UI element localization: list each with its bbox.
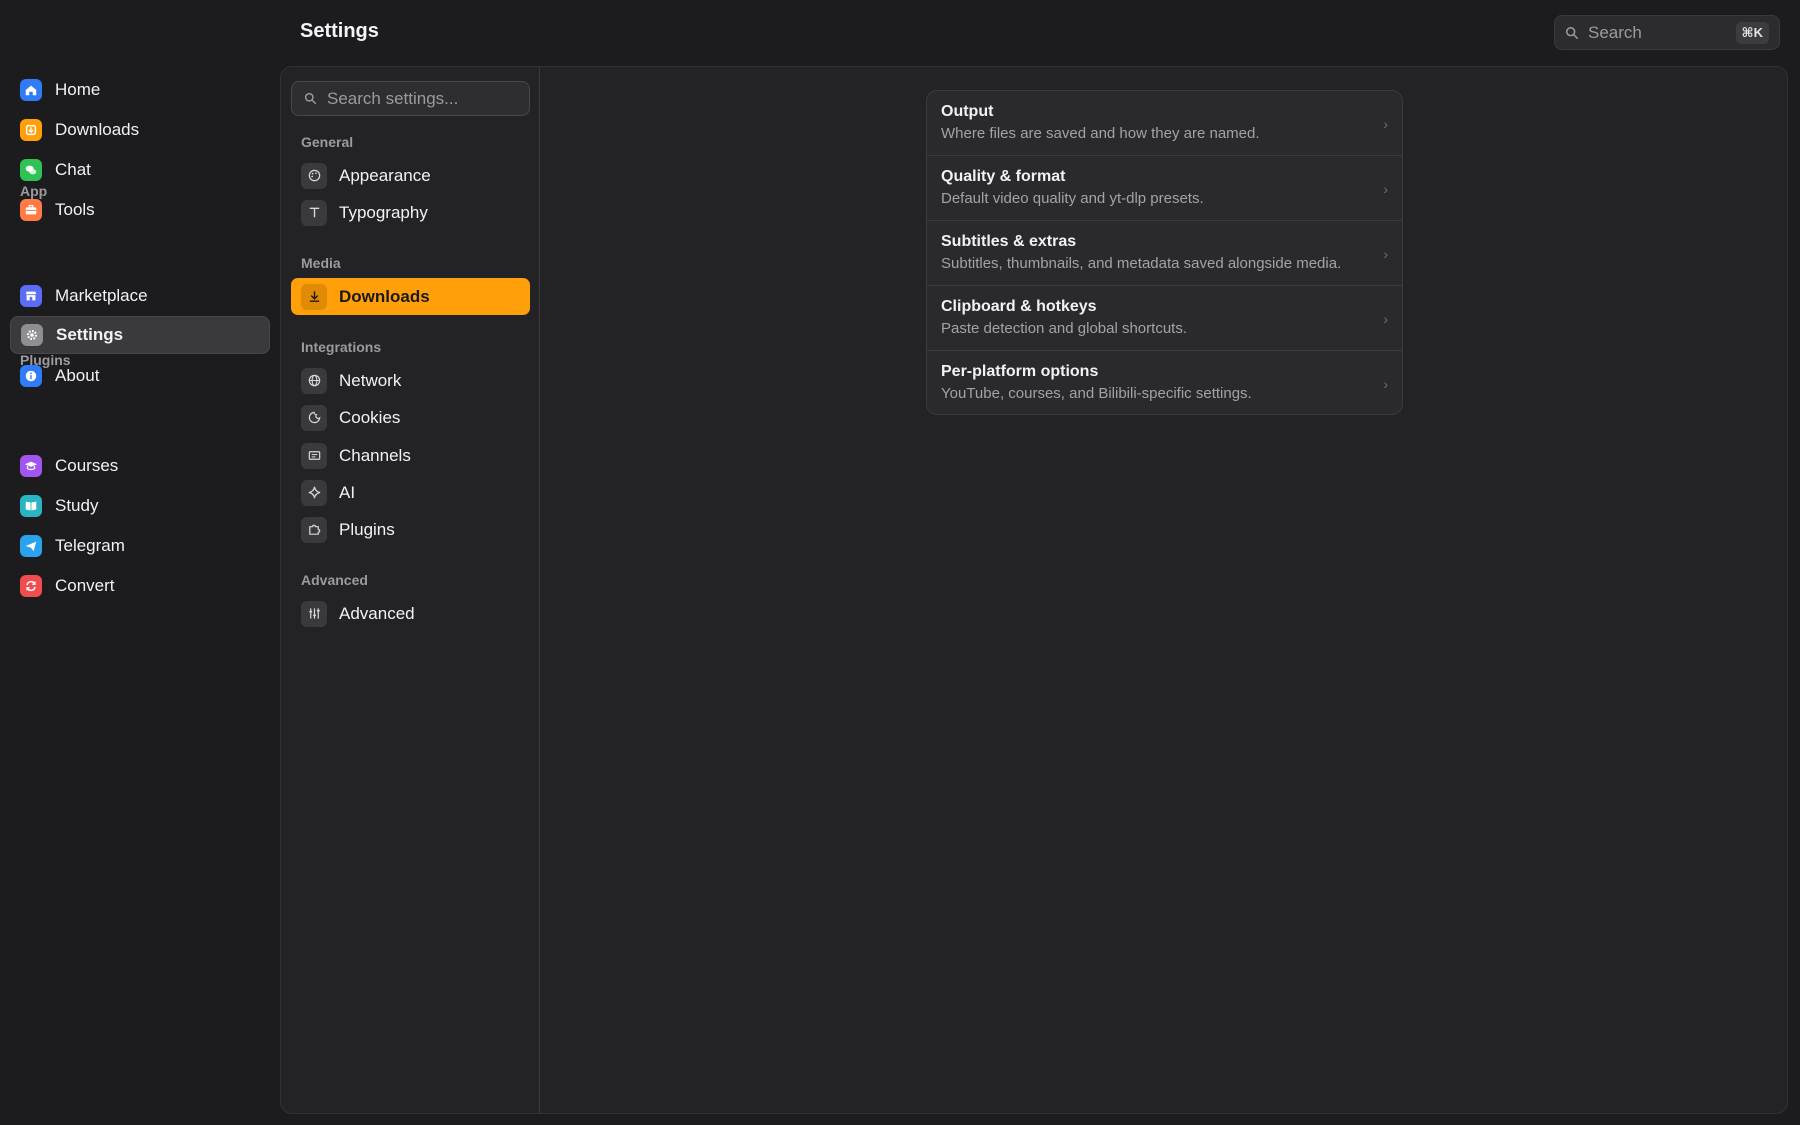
nav-item-label: Typography [339,202,428,222]
sidebar-group-app: App [20,183,48,199]
refresh-icon [20,575,42,597]
nav-item-label: AI [339,482,356,502]
sidebar-item-marketplace[interactable]: Marketplace [10,277,270,315]
sidebar-item-convert[interactable]: Convert [10,567,270,605]
chevron-right-icon: › [1383,181,1388,197]
row-description: Paste detection and global shortcuts. [941,320,1187,337]
nav-section-general: General [301,134,354,150]
nav-item-label: Downloads [339,286,430,306]
cookie-icon [301,404,327,431]
sidebar-item-label: Study [55,496,99,515]
nav-item-appearance[interactable]: Appearance [291,157,530,194]
row-title: Per-platform options [941,363,1099,380]
channels-icon [301,442,327,469]
text-t-icon [301,199,327,226]
sidebar-item-label: Convert [55,576,115,595]
downloads-settings-card: Output Where files are saved and how the… [926,90,1403,415]
settings-search-placeholder: Search settings... [327,88,459,108]
nav-item-label: Advanced [339,603,415,623]
row-title: Quality & format [941,168,1066,185]
settings-row-per-platform[interactable]: Per-platform options YouTube, courses, a… [927,351,1402,414]
nav-item-typography[interactable]: Typography [291,194,530,231]
row-description: Where files are saved and how they are n… [941,125,1260,142]
chevron-right-icon: › [1383,376,1388,392]
sidebar-item-downloads[interactable]: Downloads [10,111,270,149]
puzzle-icon [301,516,327,543]
settings-row-clipboard-hotkeys[interactable]: Clipboard & hotkeys Paste detection and … [927,286,1402,351]
house-icon [20,79,42,101]
sidebar-item-telegram[interactable]: Telegram [10,527,270,565]
sidebar-item-label: Downloads [55,120,140,139]
row-description: Subtitles, thumbnails, and metadata save… [941,255,1342,272]
settings-row-output[interactable]: Output Where files are saved and how the… [927,91,1402,156]
sidebar-item-label: Telegram [55,536,125,555]
global-search-input[interactable]: Search ⌘K [1554,15,1780,50]
chat-bubbles-icon [20,159,42,181]
sidebar-group-plugins: Plugins [20,352,71,368]
book-icon [20,495,42,517]
nav-item-cookies[interactable]: Cookies [291,399,530,436]
search-icon [1565,26,1579,39]
sidebar-item-label: Tools [55,200,95,219]
nav-item-label: Network [339,370,402,390]
nav-item-downloads[interactable]: Downloads [291,278,530,315]
settings-row-quality-format[interactable]: Quality & format Default video quality a… [927,156,1402,221]
nav-section-integrations: Integrations [301,339,382,355]
sidebar-item-courses[interactable]: Courses [10,447,270,485]
sidebar-item-label: Settings [56,325,124,344]
nav-item-label: Channels [339,445,411,465]
settings-row-subtitles-extras[interactable]: Subtitles & extras Subtitles, thumbnails… [927,221,1402,286]
graduation-cap-icon [20,455,42,477]
sidebar-item-label: Marketplace [55,286,148,305]
row-title: Output [941,103,994,120]
sidebar-item-label: Courses [55,456,119,475]
nav-item-ai[interactable]: AI [291,474,530,511]
sidebar-item-study[interactable]: Study [10,487,270,525]
nav-item-advanced[interactable]: Advanced [291,595,530,632]
chevron-right-icon: › [1383,311,1388,327]
row-description: YouTube, courses, and Bilibili-specific … [941,385,1252,402]
search-shortcut-badge: ⌘K [1735,21,1769,44]
nav-section-media: Media [301,255,341,271]
nav-item-channels[interactable]: Channels [291,437,530,474]
row-description: Default video quality and yt-dlp presets… [941,190,1204,207]
download-box-icon [20,119,42,141]
sparkle-icon [301,479,327,506]
chevron-right-icon: › [1383,116,1388,132]
download-icon [301,283,327,310]
palette-icon [301,162,327,189]
nav-section-advanced: Advanced [301,572,368,588]
search-icon [304,92,317,105]
row-title: Subtitles & extras [941,233,1077,250]
nav-item-label: Cookies [339,407,401,427]
settings-nav: Search settings... General Appearance Ty… [281,67,540,1113]
nav-item-label: Appearance [339,165,431,185]
paper-plane-icon [20,535,42,557]
sidebar-item-home[interactable]: Home [10,71,270,109]
nav-item-plugins[interactable]: Plugins [291,511,530,548]
globe-icon [301,367,327,394]
page-title: Settings [300,20,379,42]
chevron-right-icon: › [1383,246,1388,262]
sidebar-item-label: Chat [55,160,91,179]
sliders-icon [301,600,327,627]
settings-search-input[interactable]: Search settings... [291,81,530,116]
nav-item-network[interactable]: Network [291,362,530,399]
storefront-icon [20,285,42,307]
nav-item-label: Plugins [339,519,395,539]
sidebar-item-label: Home [55,80,101,99]
global-search-placeholder: Search [1588,22,1642,42]
row-title: Clipboard & hotkeys [941,298,1097,315]
gear-icon [21,324,43,346]
